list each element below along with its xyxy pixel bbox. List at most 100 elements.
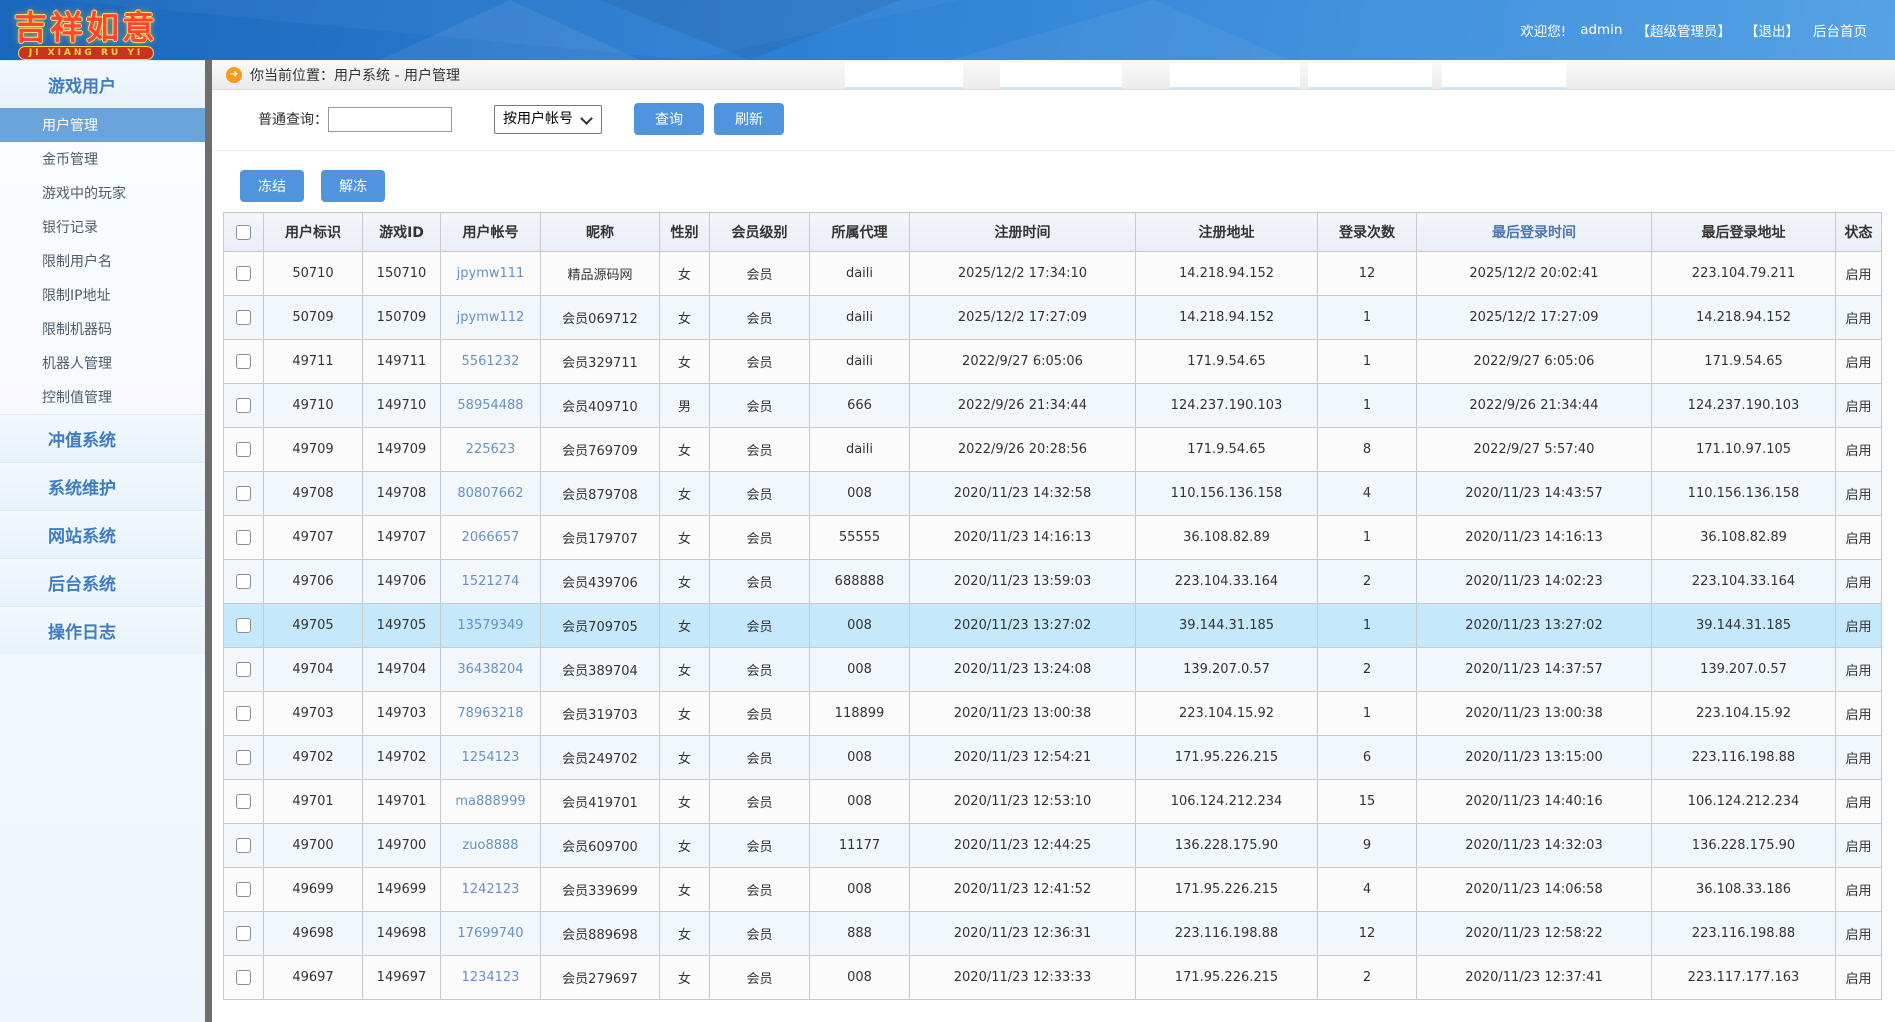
account-link[interactable]: 17699740 [441,912,541,956]
sidebar-item[interactable]: 限制机器码 [0,312,205,346]
sidebar-splitter[interactable] [205,60,212,1022]
row-checkbox[interactable] [236,574,251,589]
row-checkbox[interactable] [236,750,251,765]
row-checkbox[interactable] [236,530,251,545]
row-checkbox[interactable] [236,838,251,853]
search-input[interactable] [328,107,452,132]
row-checkbox[interactable] [236,354,251,369]
select-all-checkbox[interactable] [236,225,251,240]
user-id-cell: 49704 [264,648,363,692]
nickname-cell: 会员419701 [541,780,660,824]
account-link[interactable]: zuo8888 [441,824,541,868]
row-checkbox[interactable] [236,398,251,413]
last-login-time-cell: 2025/12/2 17:27:09 [1417,296,1652,340]
agent-cell: 008 [810,736,910,780]
account-link[interactable]: 225623 [441,428,541,472]
sidebar-item[interactable]: 游戏中的玩家 [0,176,205,210]
username: admin [1580,22,1622,38]
sidebar-section[interactable]: 游戏用户 [0,60,205,108]
account-link[interactable]: 78963218 [441,692,541,736]
sidebar-section[interactable]: 系统维护 [0,462,205,510]
login-count-cell: 2 [1318,956,1417,1000]
table-row: 497021497021254123会员249702女会员0082020/11/… [224,736,1882,780]
account-link[interactable]: 36438204 [441,648,541,692]
status-cell: 启用 [1836,516,1882,560]
freeze-button[interactable]: 冻结 [240,170,304,202]
game-id-cell: 149709 [363,428,441,472]
last-login-time-cell: 2020/11/23 13:27:02 [1417,604,1652,648]
sidebar-item[interactable]: 机器人管理 [0,346,205,380]
account-link[interactable]: 80807662 [441,472,541,516]
level-cell: 会员 [710,252,810,296]
gender-cell: 女 [660,296,710,340]
sidebar-item[interactable]: 限制IP地址 [0,278,205,312]
last-login-ip-cell: 124.237.190.103 [1652,384,1836,428]
row-checkbox[interactable] [236,706,251,721]
home-link[interactable]: 后台首页 [1813,20,1867,40]
sidebar-item[interactable]: 用户管理 [0,108,205,142]
reg-ip-cell: 124.237.190.103 [1136,384,1318,428]
reg-time-cell: 2022/9/26 21:34:44 [910,384,1136,428]
game-id-cell: 149701 [363,780,441,824]
row-checkbox[interactable] [236,662,251,677]
account-link[interactable]: 1234123 [441,956,541,1000]
sidebar-section[interactable]: 后台系统 [0,558,205,606]
user-id-cell: 49702 [264,736,363,780]
row-checkbox[interactable] [236,486,251,501]
refresh-button[interactable]: 刷新 [714,103,784,135]
table-row: 50709150709jpymw112会员069712女会员daili2025/… [224,296,1882,340]
table-row: 497111497115561232会员329711女会员daili2022/9… [224,340,1882,384]
status-cell: 启用 [1836,296,1882,340]
account-link[interactable]: 1254123 [441,736,541,780]
row-checkbox[interactable] [236,442,251,457]
row-checkbox[interactable] [236,970,251,985]
reg-time-cell: 2020/11/23 12:33:33 [910,956,1136,1000]
account-link[interactable]: 2066657 [441,516,541,560]
sidebar-section[interactable]: 冲值系统 [0,414,205,462]
sidebar-item[interactable]: 金币管理 [0,142,205,176]
sidebar-item[interactable]: 银行记录 [0,210,205,244]
column-header: 会员级别 [710,213,810,252]
row-checkbox[interactable] [236,794,251,809]
table-row: 497061497061521274会员439706女会员6888882020/… [224,560,1882,604]
row-checkbox[interactable] [236,310,251,325]
last-login-time-cell: 2020/11/23 14:16:13 [1417,516,1652,560]
search-type-select[interactable]: 按用户帐号 [494,105,602,134]
column-header[interactable]: 最后登录时间 [1417,213,1652,252]
reg-ip-cell: 36.108.82.89 [1136,516,1318,560]
sidebar-item[interactable]: 控制值管理 [0,380,205,414]
user-id-cell: 49697 [264,956,363,1000]
last-login-time-cell: 2020/11/23 14:06:58 [1417,868,1652,912]
account-link[interactable]: 5561232 [441,340,541,384]
reg-time-cell: 2020/11/23 13:27:02 [910,604,1136,648]
unfreeze-button[interactable]: 解冻 [321,170,385,202]
last-login-time-cell: 2020/11/23 14:02:23 [1417,560,1652,604]
agent-cell: 008 [810,648,910,692]
account-link[interactable]: jpymw112 [441,296,541,340]
query-button[interactable]: 查询 [634,103,704,135]
gender-cell: 女 [660,428,710,472]
account-link[interactable]: 13579349 [441,604,541,648]
row-checkbox[interactable] [236,266,251,281]
gender-cell: 女 [660,560,710,604]
login-count-cell: 1 [1318,296,1417,340]
logout-link[interactable]: 【退出】 [1745,20,1799,40]
sidebar-section[interactable]: 网站系统 [0,510,205,558]
account-link[interactable]: ma888999 [441,780,541,824]
account-link[interactable]: jpymw111 [441,252,541,296]
row-checkbox[interactable] [236,926,251,941]
level-cell: 会员 [710,560,810,604]
row-checkbox[interactable] [236,882,251,897]
nickname-cell: 会员769709 [541,428,660,472]
search-label: 普通查询： [258,109,328,129]
row-checkbox[interactable] [236,618,251,633]
account-link[interactable]: 1242123 [441,868,541,912]
sidebar-item[interactable]: 限制用户名 [0,244,205,278]
reg-time-cell: 2022/9/27 6:05:06 [910,340,1136,384]
reg-ip-cell: 171.95.226.215 [1136,868,1318,912]
account-link[interactable]: 58954488 [441,384,541,428]
sidebar-section[interactable]: 操作日志 [0,606,205,654]
account-link[interactable]: 1521274 [441,560,541,604]
nickname-cell: 精品源码网 [541,252,660,296]
level-cell: 会员 [710,692,810,736]
